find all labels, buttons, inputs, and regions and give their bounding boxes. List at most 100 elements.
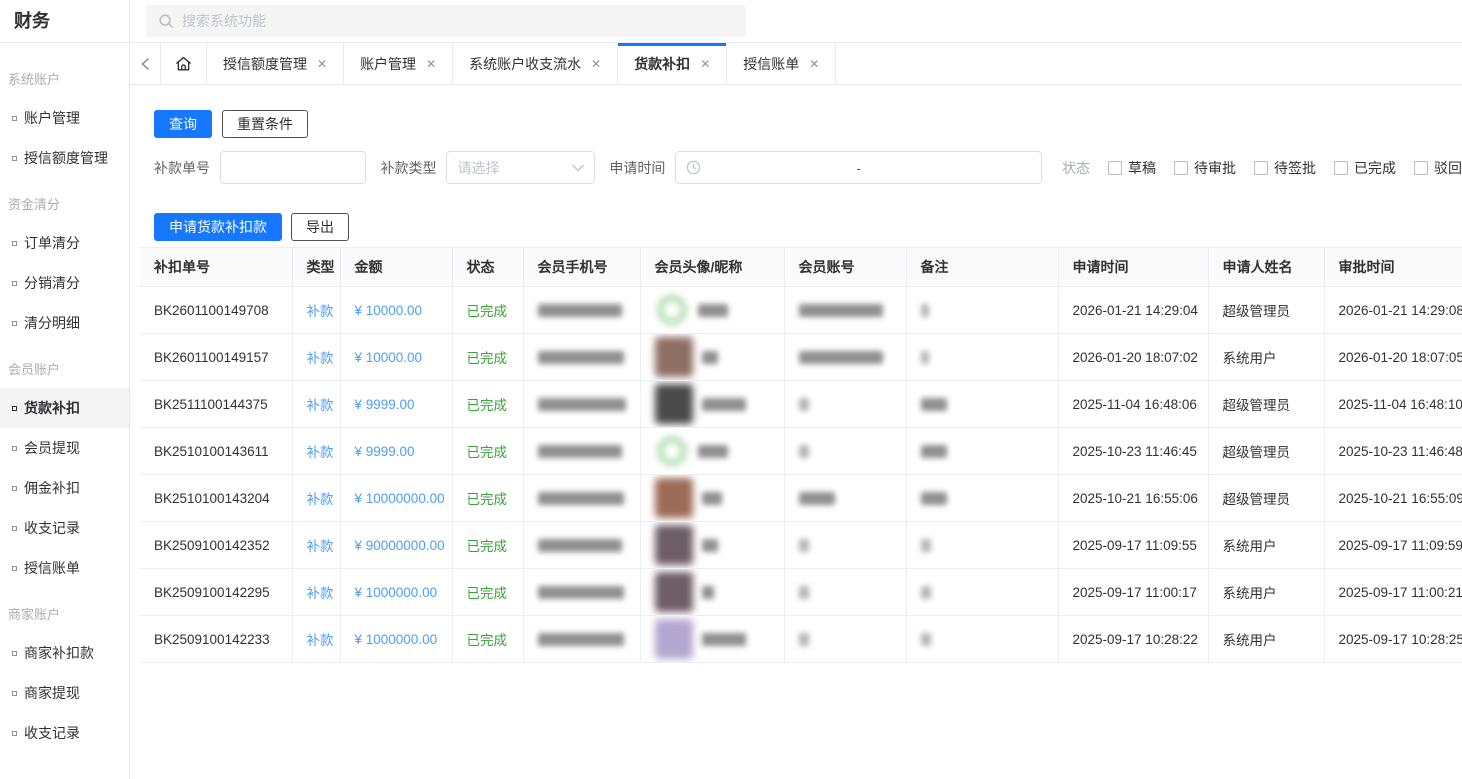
table-row[interactable]: BK2511100144375 补款 ¥ 9999.00 已完成 2025-11… (140, 381, 1462, 428)
tab-account-management[interactable]: 账户管理 ✕ (344, 43, 453, 84)
sidebar-item-credit-limit-management[interactable]: 授信额度管理 (0, 138, 129, 178)
col-remark: 备注 (906, 248, 1058, 287)
redacted-account (799, 445, 809, 458)
sidebar-item-label: 分销清分 (24, 273, 80, 293)
status-checkbox-rejected[interactable]: 驳回 (1414, 158, 1462, 178)
sidebar-item-commission-deduction[interactable]: 佣金补扣 (0, 468, 129, 508)
checkbox-label: 已完成 (1354, 158, 1396, 178)
cell-apply-time: 2025-11-04 16:48:06 (1058, 381, 1208, 428)
sidebar-item-label: 会员提现 (24, 438, 80, 458)
close-icon[interactable]: ✕ (426, 58, 436, 70)
status-checkbox-completed[interactable]: 已完成 (1334, 158, 1396, 178)
order-no-input[interactable] (220, 151, 366, 184)
tabs-back-button[interactable] (130, 43, 161, 84)
col-approve-time: 审批时间 (1324, 248, 1462, 287)
tab-system-account-flow[interactable]: 系统账户收支流水 ✕ (453, 43, 618, 84)
cell-member-account (784, 428, 906, 475)
col-status: 状态 (452, 248, 523, 287)
sidebar-section-fund-clearing: 资金清分 (0, 178, 129, 223)
avatar (655, 525, 693, 565)
cell-approve-time: 2026-01-20 18:07:05 (1324, 334, 1462, 381)
status-checkbox-pending-approval[interactable]: 待审批 (1174, 158, 1236, 178)
global-search-input[interactable]: 搜索系统功能 (146, 5, 746, 37)
table-row[interactable]: BK2509100142295 补款 ¥ 1000000.00 已完成 2025… (140, 569, 1462, 616)
sidebar-item-merchant-withdrawal[interactable]: 商家提现 (0, 673, 129, 713)
cell-apply-time: 2025-09-17 11:00:17 (1058, 569, 1208, 616)
sidebar-item-clearing-detail[interactable]: 清分明细 (0, 303, 129, 343)
sidebar-item-label: 订单清分 (24, 233, 80, 253)
sidebar-item-merchant-income-expense[interactable]: 收支记录 (0, 713, 129, 753)
redacted-phone (538, 398, 626, 411)
col-member-avatar-nickname: 会员头像/昵称 (640, 248, 784, 287)
home-icon (174, 54, 193, 73)
query-button[interactable]: 查询 (154, 110, 212, 138)
square-bullet-icon (12, 116, 17, 121)
cell-member-avatar-nickname (640, 334, 784, 381)
cell-approve-time: 2025-10-21 16:55:09 (1324, 475, 1462, 522)
tab-label: 账户管理 (360, 54, 416, 74)
close-icon[interactable]: ✕ (317, 58, 327, 70)
apply-deduction-button[interactable]: 申请货款补扣款 (154, 213, 282, 241)
redacted-phone (538, 304, 622, 317)
table-row[interactable]: BK2601100149157 补款 ¥ 10000.00 已完成 2026-0… (140, 334, 1462, 381)
checkbox-label: 驳回 (1434, 158, 1462, 178)
home-tab[interactable] (161, 43, 207, 84)
table-row[interactable]: BK2509100142233 补款 ¥ 1000000.00 已完成 2025… (140, 616, 1462, 663)
sidebar: 财务 系统账户 账户管理 授信额度管理 资金清分 订单清分 分销清分 清分明细 … (0, 0, 130, 779)
col-member-phone: 会员手机号 (523, 248, 640, 287)
cell-approve-time: 2026-01-21 14:29:08 (1324, 287, 1462, 334)
redacted-account (799, 304, 883, 317)
redacted-remark (921, 445, 947, 458)
cell-status: 已完成 (452, 522, 523, 569)
avatar (655, 384, 693, 424)
status-label: 状态 (1062, 158, 1090, 178)
sidebar-item-payment-deduction[interactable]: 货款补扣 (0, 388, 129, 428)
cell-apply-time: 2025-10-23 11:46:45 (1058, 428, 1208, 475)
tab-credit-limit-management[interactable]: 授信额度管理 ✕ (207, 43, 344, 84)
cell-type: 补款 (292, 616, 340, 663)
apply-time-range-input[interactable]: - (675, 151, 1042, 184)
table-row[interactable]: BK2510100143611 补款 ¥ 9999.00 已完成 2025-10… (140, 428, 1462, 475)
sidebar-item-label: 清分明细 (24, 313, 80, 333)
sidebar-item-label: 商家提现 (24, 683, 80, 703)
cell-applicant: 超级管理员 (1208, 475, 1324, 522)
sidebar-section-member-account: 会员账户 (0, 343, 129, 388)
cell-approve-time: 2025-09-17 11:00:21 (1324, 569, 1462, 616)
table-row[interactable]: BK2509100142352 补款 ¥ 90000000.00 已完成 202… (140, 522, 1462, 569)
cell-applicant: 超级管理员 (1208, 381, 1324, 428)
search-placeholder: 搜索系统功能 (182, 11, 266, 31)
export-button[interactable]: 导出 (291, 213, 349, 241)
cell-amount: ¥ 9999.00 (340, 428, 452, 475)
status-checkbox-draft[interactable]: 草稿 (1108, 158, 1156, 178)
cell-apply-time: 2025-09-17 11:09:55 (1058, 522, 1208, 569)
square-bullet-icon (12, 526, 17, 531)
sidebar-item-account-management[interactable]: 账户管理 (0, 98, 129, 138)
table-row[interactable]: BK2601100149708 补款 ¥ 10000.00 已完成 2026-0… (140, 287, 1462, 334)
reset-conditions-button[interactable]: 重置条件 (222, 110, 308, 138)
sidebar-item-label: 授信额度管理 (24, 148, 108, 168)
sidebar-item-merchant-deduction[interactable]: 商家补扣款 (0, 633, 129, 673)
table-row[interactable]: BK2510100143204 补款 ¥ 10000000.00 已完成 202… (140, 475, 1462, 522)
sidebar-item-credit-bill[interactable]: 授信账单 (0, 548, 129, 588)
sidebar-item-member-withdrawal[interactable]: 会员提现 (0, 428, 129, 468)
cell-apply-time: 2025-10-21 16:55:06 (1058, 475, 1208, 522)
tab-payment-deduction[interactable]: 货款补扣 ✕ (618, 43, 727, 84)
checkbox-icon (1334, 161, 1348, 175)
close-icon[interactable]: ✕ (809, 58, 819, 70)
cell-member-phone (523, 569, 640, 616)
sidebar-item-distribution-clearing[interactable]: 分销清分 (0, 263, 129, 303)
cell-member-phone (523, 428, 640, 475)
cell-type: 补款 (292, 522, 340, 569)
sidebar-item-member-income-expense[interactable]: 收支记录 (0, 508, 129, 548)
sidebar-section-system-account: 系统账户 (0, 53, 129, 98)
cell-order-no: BK2509100142295 (140, 569, 292, 616)
status-checkbox-pending-sign[interactable]: 待签批 (1254, 158, 1316, 178)
redacted-phone (538, 445, 622, 458)
sidebar-item-order-clearing[interactable]: 订单清分 (0, 223, 129, 263)
square-bullet-icon (12, 566, 17, 571)
cell-member-avatar-nickname (640, 287, 784, 334)
close-icon[interactable]: ✕ (700, 58, 710, 70)
type-select[interactable]: 请选择 (446, 151, 595, 184)
close-icon[interactable]: ✕ (591, 58, 601, 70)
tab-credit-bill[interactable]: 授信账单 ✕ (727, 43, 836, 84)
